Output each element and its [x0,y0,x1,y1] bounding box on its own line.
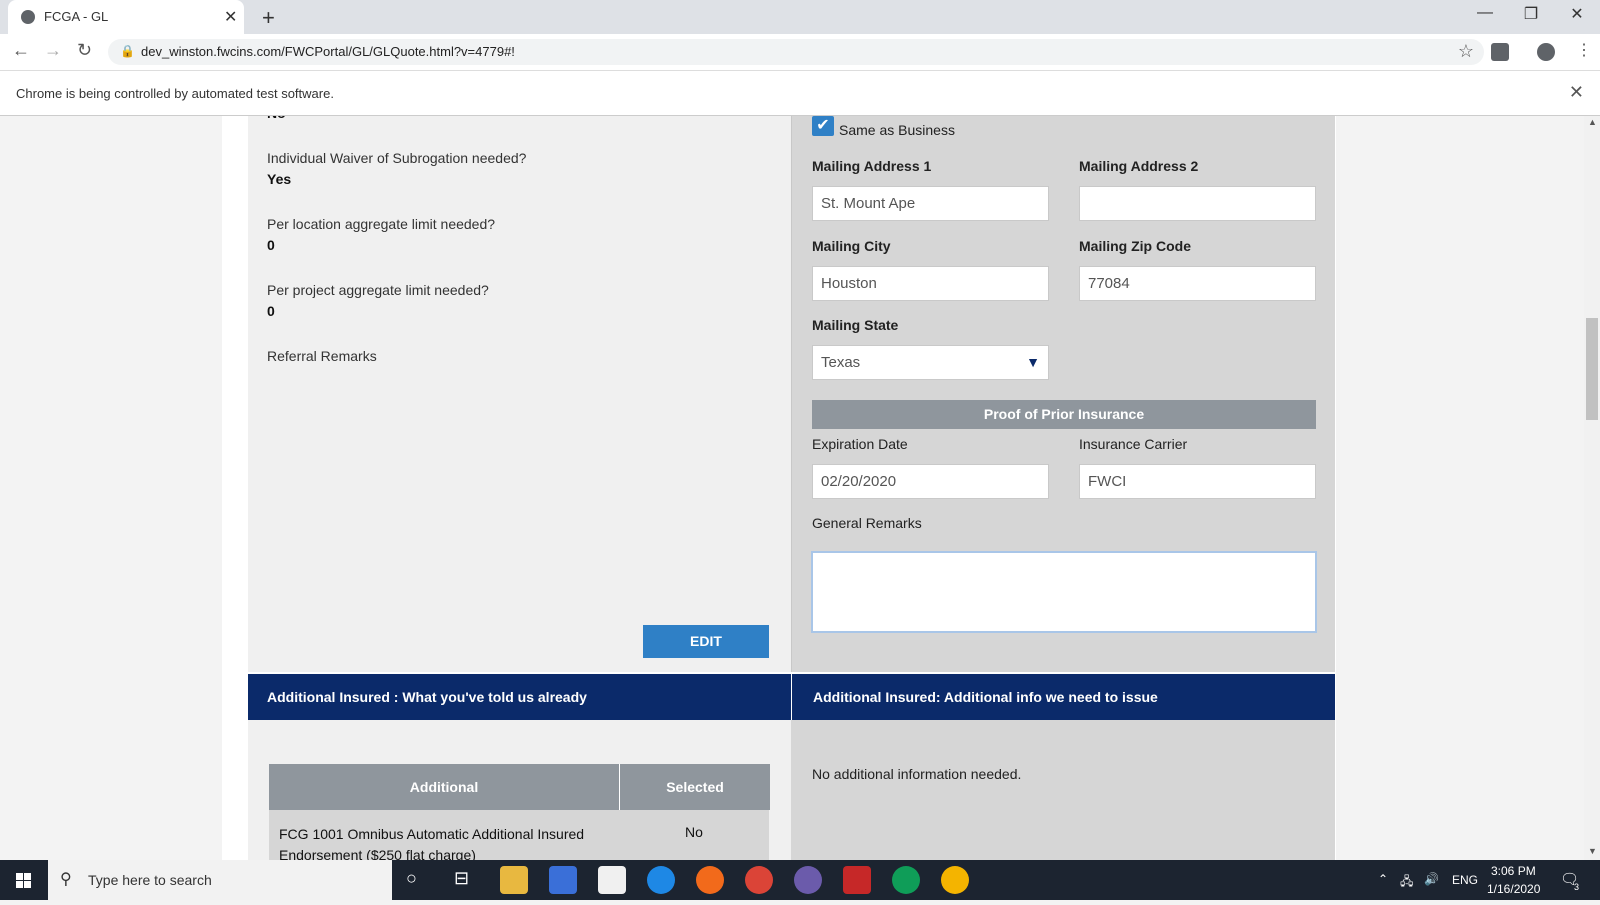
scroll-down-icon[interactable]: ▼ [1588,846,1597,856]
postman-icon[interactable] [696,866,724,894]
taskbar-search-box[interactable]: ⚲ Type here to search [48,860,392,900]
mailing-state-value: Texas [821,354,861,371]
new-tab-button[interactable]: + [262,5,275,31]
table-row: FCG 1001 Omnibus Automatic Additional In… [269,810,770,860]
proof-of-prior-insurance-header: Proof of Prior Insurance [812,400,1316,429]
bookmark-star-icon[interactable]: ☆ [1458,41,1474,62]
additional-insured-info-panel [791,720,1335,860]
scroll-up-icon[interactable]: ▲ [1588,117,1597,127]
eclipse-icon[interactable] [794,866,822,894]
table-header-row: Additional Selected [269,764,770,810]
mailing-state-label: Mailing State [812,317,899,333]
menu-kebab-icon[interactable]: ⋮ [1576,40,1592,60]
dropdown-arrow-icon: ▼ [1026,354,1040,370]
infobar-message: Chrome is being controlled by automated … [16,86,334,101]
general-remarks-textarea[interactable] [811,551,1317,633]
question-value: 0 [267,303,275,319]
additional-insured-told-header: Additional Insured : What you've told us… [248,674,791,720]
additional-insured-need-header: Additional Insured: Additional info we n… [791,674,1335,720]
task-view-icon[interactable]: ⊟ [454,868,469,889]
same-as-business-label: Same as Business [839,122,955,138]
browser-toolbar: ← → ↻ 🔒 dev_winston.fwcins.com/FWCPortal… [0,34,1600,70]
mailing-address-2-label: Mailing Address 2 [1079,158,1199,174]
additional-insured-table: Additional Selected FCG 1001 Omnibus Aut… [269,764,770,860]
general-remarks-label: General Remarks [812,515,922,531]
search-icon: ⚲ [60,871,72,888]
url-text: dev_winston.fwcins.com/FWCPortal/GL/GLQu… [141,44,515,59]
question-value: Yes [267,171,292,187]
mail-icon[interactable] [598,866,626,894]
mailing-state-select[interactable]: Texas ▼ [812,345,1049,380]
network-icon[interactable]: 🖧 [1400,872,1413,893]
automation-infobar: Chrome is being controlled by automated … [0,70,1600,116]
tray-chevron-icon[interactable]: ⌃ [1378,872,1388,886]
browser-tab-strip: FCGA - GL ✕ + — ❐ ✕ [0,0,1600,34]
edit-button[interactable]: EDIT [643,625,769,658]
table-cell-name: FCG 1001 Omnibus Automatic Additional In… [269,810,619,860]
restore-icon[interactable]: ❐ [1511,4,1551,24]
question-label: Individual Waiver of Subrogation needed? [267,150,527,166]
reload-icon[interactable]: ↻ [77,40,92,61]
browser-tab[interactable]: FCGA - GL ✕ [8,0,244,34]
mailing-address-2-field[interactable] [1079,186,1316,221]
globe-icon [21,10,35,24]
table-cell-selected: No [619,810,769,860]
expiration-date-field[interactable]: 02/20/2020 [812,464,1049,499]
back-icon[interactable]: ← [12,40,30,61]
file-explorer-icon[interactable] [500,866,528,894]
insurance-carrier-label: Insurance Carrier [1079,436,1188,452]
mailing-city-label: Mailing City [812,238,891,254]
chrome-active-icon[interactable] [941,866,969,894]
profile-icon[interactable] [1537,43,1555,61]
language-indicator[interactable]: ENG [1452,873,1478,887]
infobar-close-icon[interactable]: ✕ [1569,82,1584,103]
same-as-business-checkbox[interactable]: ✔ [812,116,834,136]
chrome-icon[interactable] [892,866,920,894]
window-close-icon[interactable]: ✕ [1557,4,1597,24]
no-info-message: No additional information needed. [812,766,1022,782]
forward-icon[interactable]: → [44,40,62,61]
column-header-additional: Additional [269,764,620,810]
mailing-zip-label: Mailing Zip Code [1079,238,1191,254]
clock-date[interactable]: 1/16/2020 [1487,882,1540,896]
volume-icon[interactable]: 🔊 [1424,872,1439,886]
lock-icon: 🔒 [120,44,135,58]
question-value: 0 [267,237,275,253]
mailing-zip-field[interactable]: 77084 [1079,266,1316,301]
column-header-selected: Selected [620,764,770,810]
store-icon[interactable] [549,866,577,894]
question-label: Per location aggregate limit needed? [267,216,496,232]
mailing-address-1-field[interactable]: St. Mount Ape [812,186,1049,221]
minimize-icon[interactable]: — [1465,4,1505,22]
scrollbar-thumb[interactable] [1586,318,1598,420]
insurance-carrier-field[interactable]: FWCI [1079,464,1316,499]
tab-title: FCGA - GL [44,9,109,24]
tab-close-icon[interactable]: ✕ [224,7,237,27]
quote-summary-panel: No Individual Waiver of Subrogation need… [248,116,791,672]
page-scrollbar[interactable] [1584,116,1600,860]
app-icon[interactable] [843,866,871,894]
windows-start-button[interactable] [0,860,48,900]
notification-count: 3 [1574,882,1580,892]
windows-taskbar: ⚲ Type here to search ○ ⊟ ⌃ 🖧 🔊 ENG 3:06… [0,860,1600,900]
page-viewport: No Individual Waiver of Subrogation need… [0,116,1584,860]
mailing-address-1-label: Mailing Address 1 [812,158,932,174]
chrome-icon[interactable] [745,866,773,894]
taskbar-search-placeholder: Type here to search [88,872,212,888]
mailing-city-field[interactable]: Houston [812,266,1049,301]
expiration-date-label: Expiration Date [812,436,908,452]
partial-answer: No [267,116,286,121]
referral-remarks-label: Referral Remarks [267,348,377,364]
extension-icon[interactable] [1491,43,1509,61]
address-bar[interactable]: 🔒 dev_winston.fwcins.com/FWCPortal/GL/GL… [108,39,1484,65]
cortana-icon[interactable]: ○ [406,868,417,889]
clock-time[interactable]: 3:06 PM [1491,864,1536,878]
windows-logo-icon [16,873,31,888]
question-label: Per project aggregate limit needed? [267,282,489,298]
internet-explorer-icon[interactable] [647,866,675,894]
